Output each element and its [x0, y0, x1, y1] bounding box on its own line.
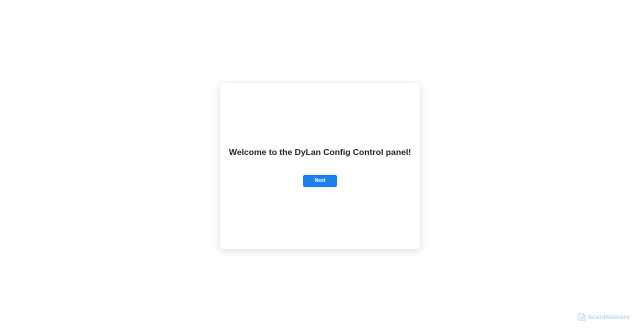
- scanmalware-logo-icon: [578, 313, 586, 321]
- watermark: ScanMalware: [578, 313, 630, 321]
- next-button[interactable]: Next: [303, 175, 337, 187]
- page: Welcome to the DyLan Config Control pane…: [0, 0, 640, 331]
- watermark-text: ScanMalware: [587, 313, 630, 321]
- welcome-card: Welcome to the DyLan Config Control pane…: [220, 83, 420, 249]
- welcome-heading: Welcome to the DyLan Config Control pane…: [228, 147, 412, 157]
